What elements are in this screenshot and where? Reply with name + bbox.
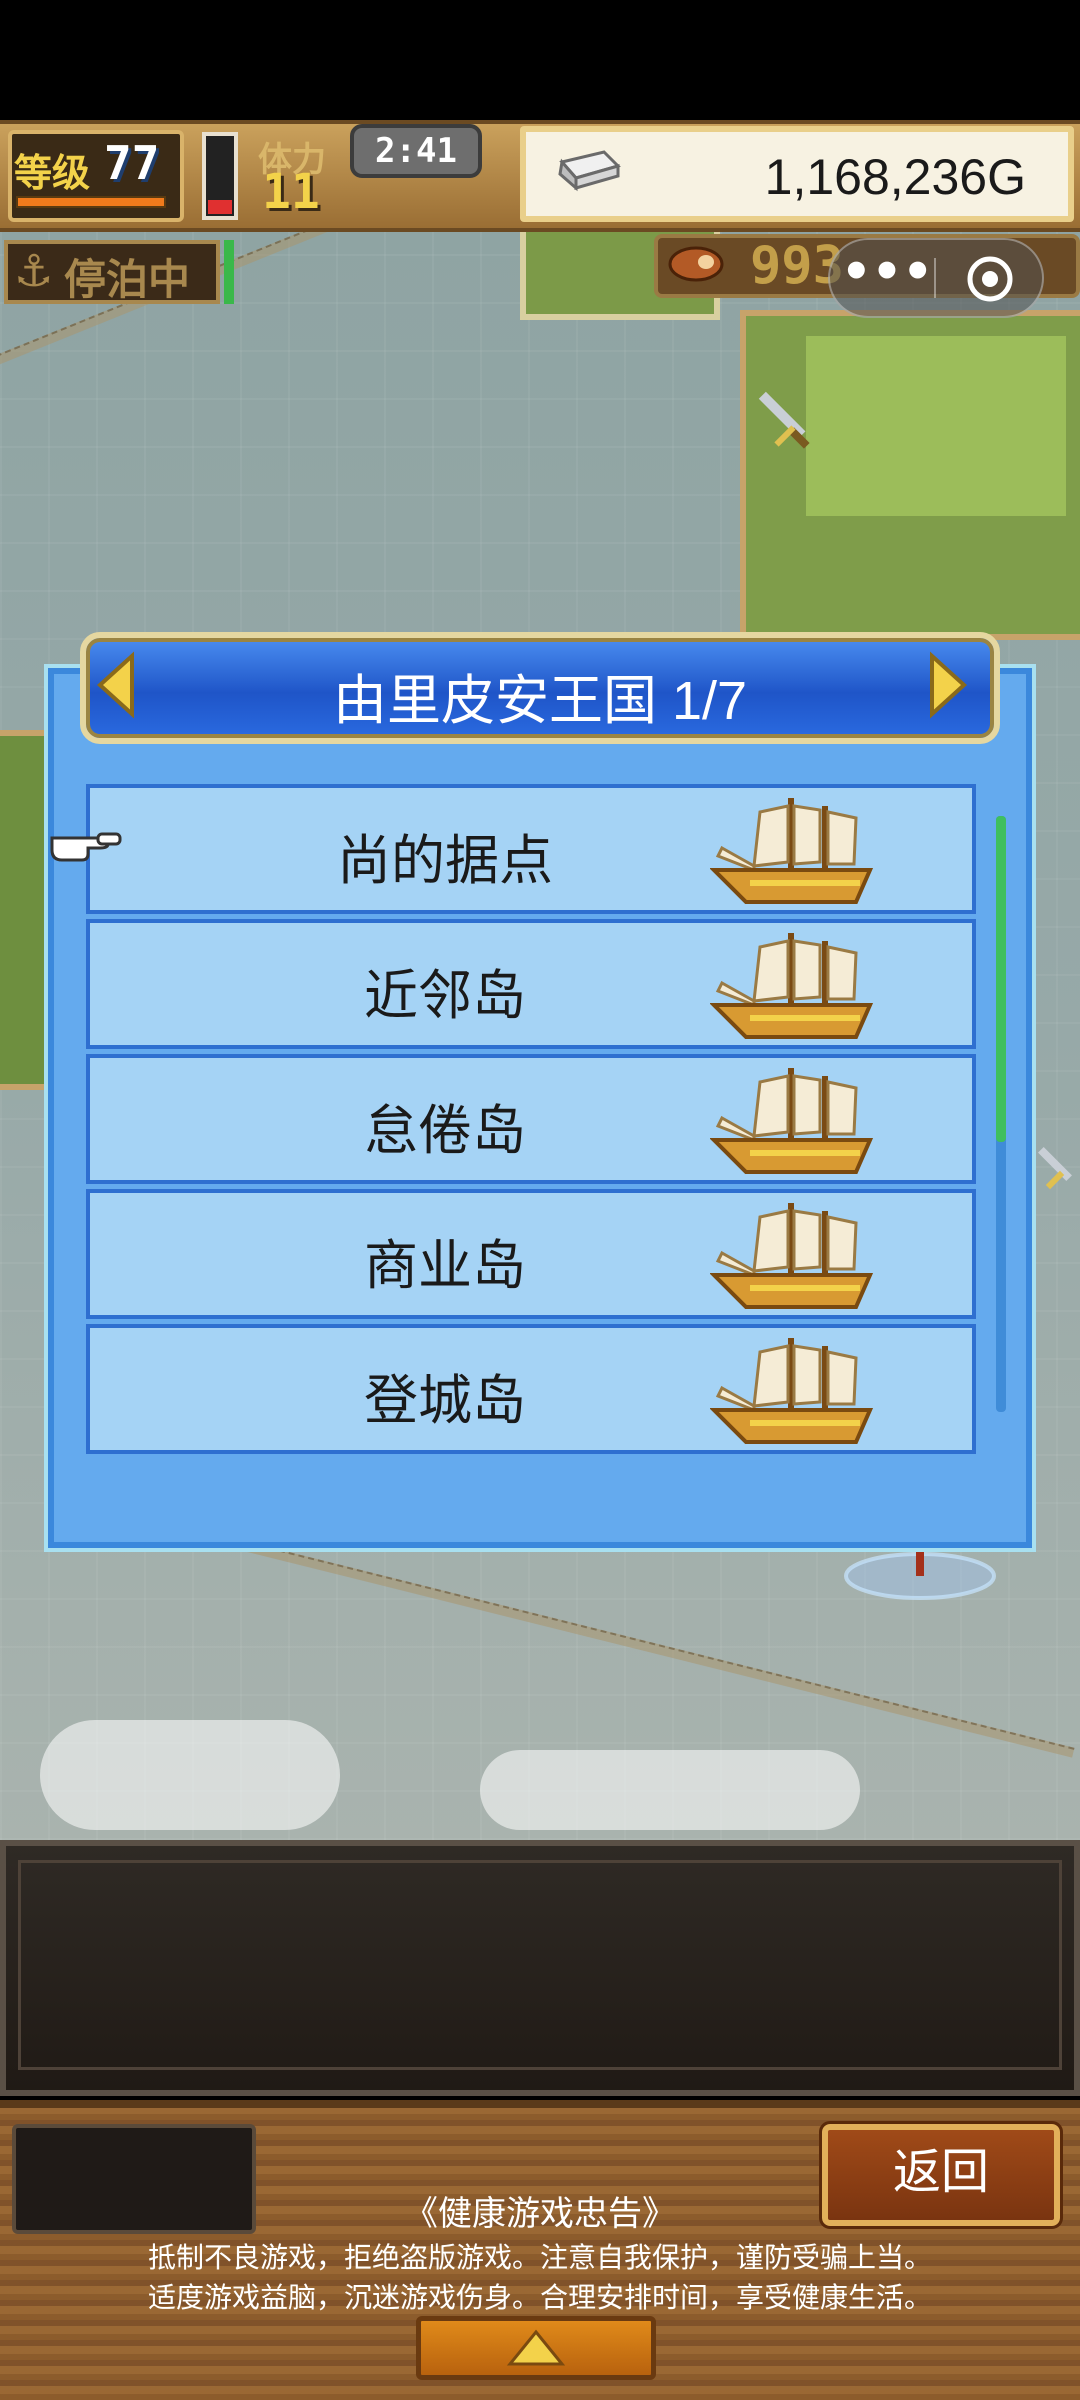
stamina-fill (208, 200, 232, 214)
health-notice-line: 抵制不良游戏，拒绝盗版游戏。注意自我保护，谨防受骗上当。 (147, 2242, 932, 2273)
experience-bar (16, 196, 166, 208)
destination-label: 怠倦岛 (364, 1101, 526, 1161)
stamina-value: 11 (262, 164, 320, 220)
destination-row[interactable]: 尚的据点 (86, 784, 976, 914)
cloud (40, 1720, 340, 1830)
destination-row[interactable]: 近邻岛 (86, 919, 976, 1049)
destination-label: 近邻岛 (364, 966, 526, 1026)
dock-indicator (224, 240, 234, 304)
gold-amount: 1,168,236G (764, 149, 1026, 205)
map-marker[interactable] (840, 1540, 1000, 1600)
capsule-divider (934, 258, 936, 298)
level-value: 77 (104, 136, 160, 190)
close-program-button[interactable] (950, 250, 1030, 308)
sword-icon[interactable] (1030, 1140, 1080, 1200)
ship-icon (710, 1203, 874, 1309)
destination-label: 登城岛 (364, 1371, 526, 1431)
message-area (18, 1860, 1062, 2070)
more-menu-button[interactable]: ••• (840, 244, 934, 312)
triangle-up-icon (506, 2329, 566, 2366)
island[interactable] (740, 310, 1080, 640)
food-icon (668, 246, 724, 282)
arrow-left-icon[interactable] (92, 650, 142, 720)
cloud (480, 1750, 860, 1830)
ship-icon (710, 1068, 874, 1174)
destination-row[interactable]: 怠倦岛 (86, 1054, 976, 1184)
destination-row[interactable]: 商业岛 (86, 1189, 976, 1319)
health-notice-title: 《健康游戏忠告》 (404, 2195, 676, 2233)
pointer-hand-icon (50, 832, 122, 862)
ship-icon (710, 933, 874, 1039)
dialog-title: 由里皮安王国 1/7 (332, 671, 748, 731)
level-label: 等级 (14, 151, 91, 195)
ship-icon (710, 798, 874, 904)
anchor-icon: ⚓ (14, 246, 54, 297)
game-clock: 2:41 (350, 124, 482, 178)
destination-label: 尚的据点 (337, 831, 553, 891)
health-notice-line: 适度游戏益脑，沉迷游戏伤身。合理安排时间，享受健康生活。 (147, 2282, 932, 2313)
ship-icon (710, 1338, 874, 1444)
silver-ingot-icon (558, 150, 621, 192)
destination-label: 商业岛 (364, 1236, 526, 1296)
scrollbar-thumb[interactable] (996, 816, 1006, 1142)
dock-status-label: 停泊中 (64, 255, 191, 304)
arrow-right-icon[interactable] (922, 650, 972, 720)
sword-icon[interactable] (740, 380, 820, 460)
destination-row[interactable]: 登城岛 (86, 1324, 976, 1454)
